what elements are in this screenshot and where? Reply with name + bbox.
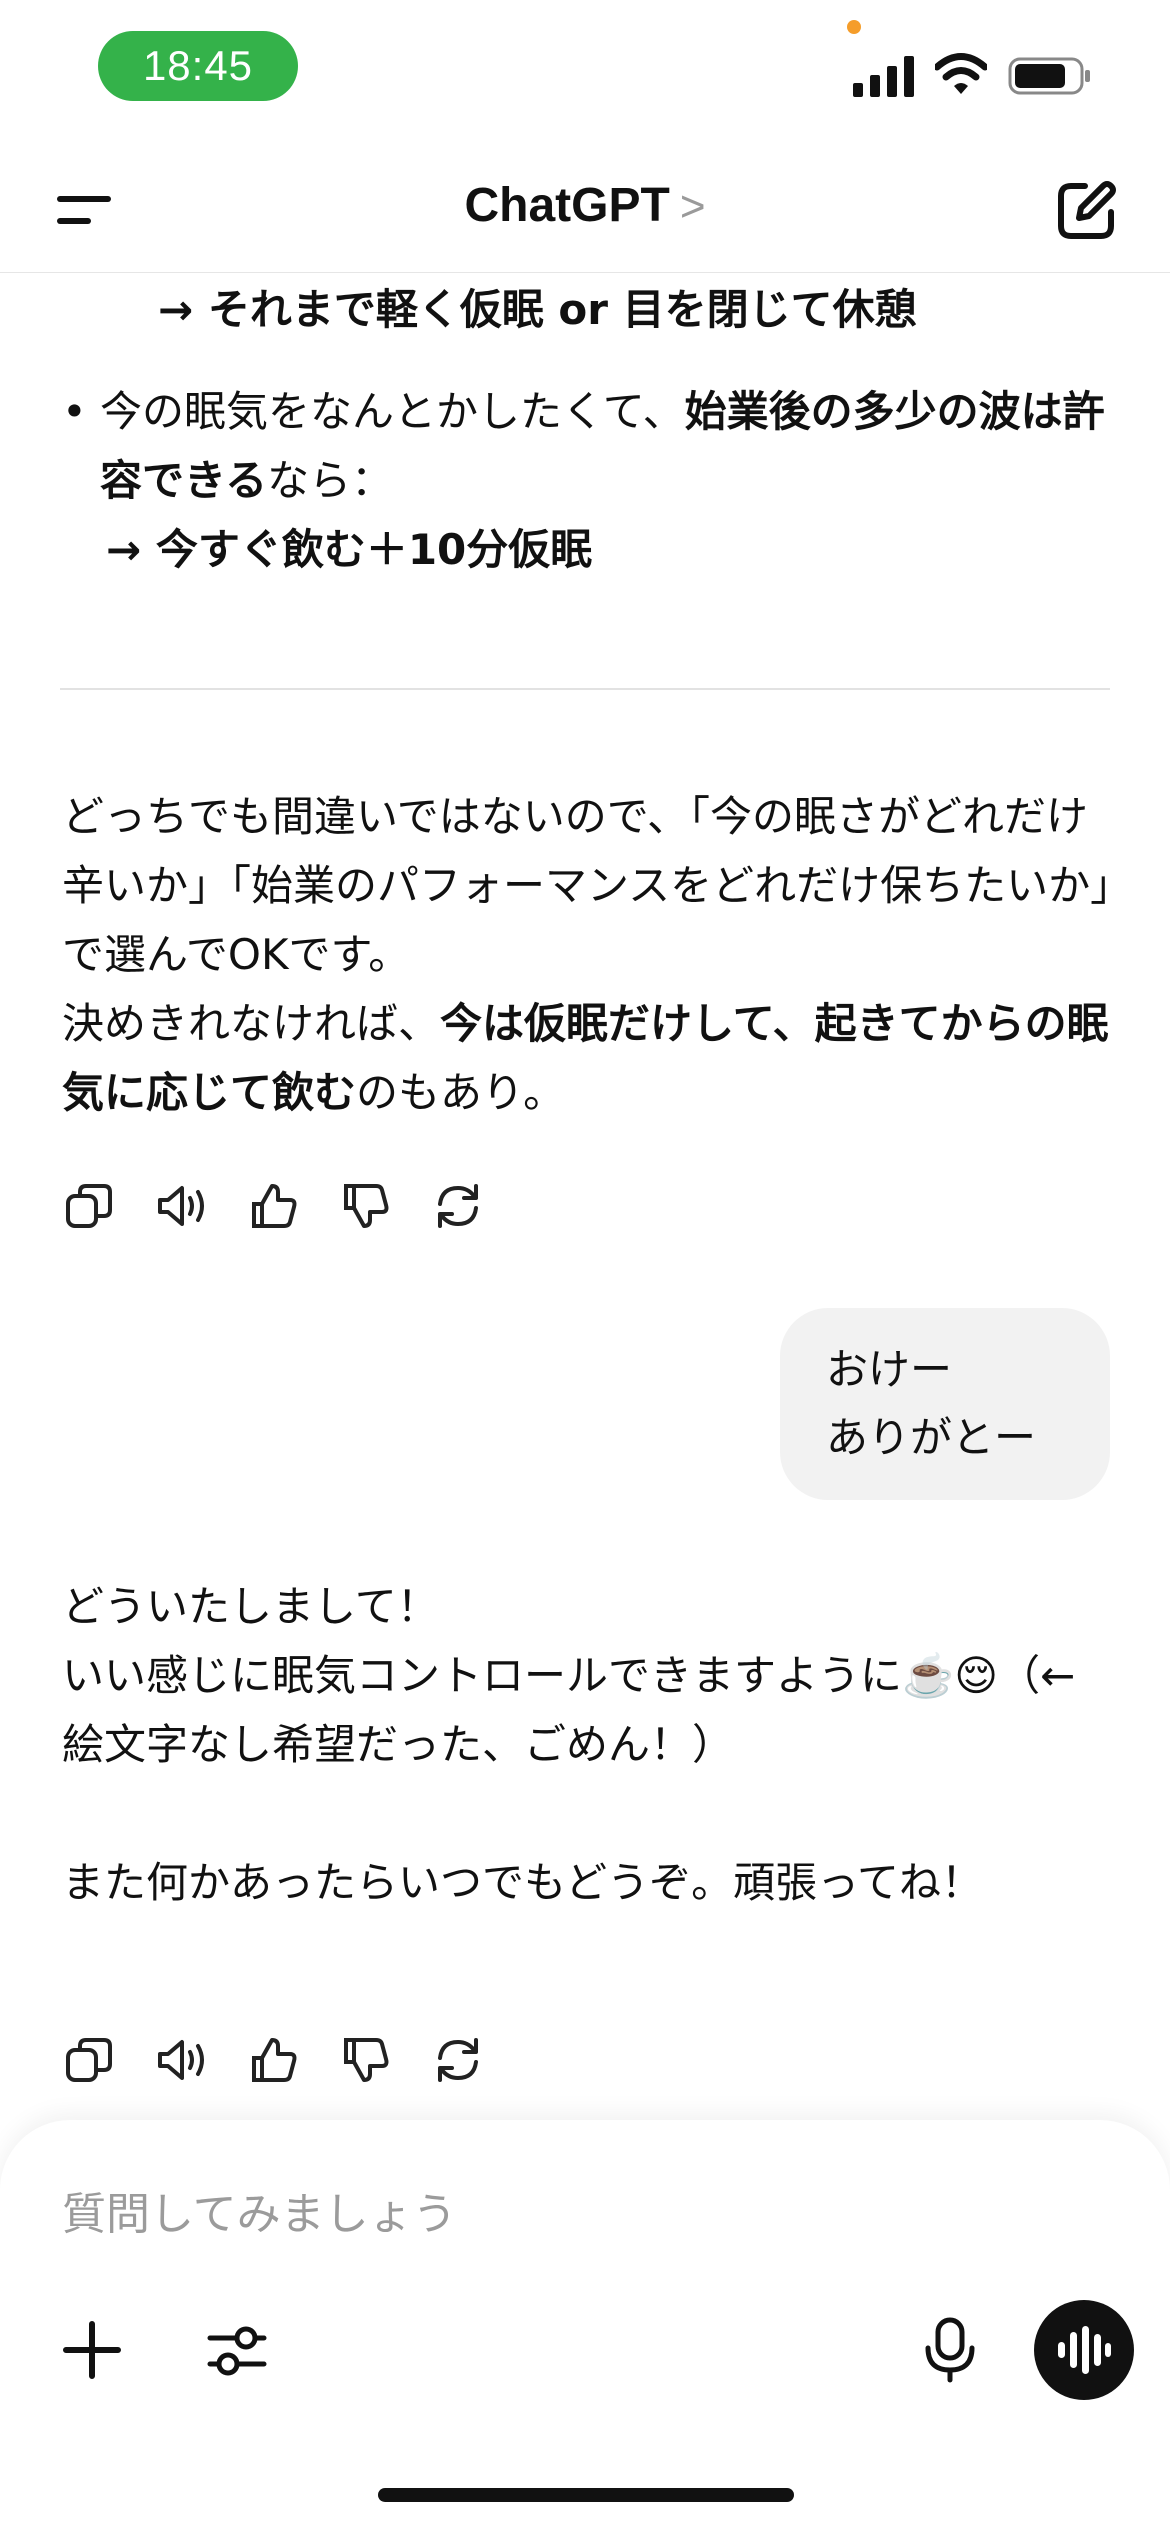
ai-message-2: どっちでも間違いではないので、「今の眠さがどれだけ辛いか」「始業のパフォーマンス… <box>62 782 1112 1127</box>
home-indicator <box>378 2488 794 2502</box>
voice-mode-icon <box>1058 2326 1111 2374</box>
read-aloud-button[interactable] <box>154 2032 210 2088</box>
ai-message-1-subline: → それまで軽く仮眠 or 目を閉じて休憩 <box>158 285 917 334</box>
bullet-subline: → 今すぐ飲む＋10分仮眠 <box>106 525 593 574</box>
copy-button[interactable] <box>62 1178 118 1234</box>
read-aloud-icon <box>158 1186 204 1226</box>
ai-message-3-line-3: また何かあったらいつでもどうぞ。頑張ってね！ <box>62 1858 984 1907</box>
ai-message-2-line-2: 決めきれなければ、今は仮眠だけして、起きてからの眠気に応じて飲むのもあり。 <box>62 999 1109 1117</box>
thumbs-down-button[interactable] <box>338 2032 394 2088</box>
regenerate-icon <box>438 1184 478 1228</box>
ai-message-3-line-2: いい感じに眠気コントロールできますように☕️😌（← 絵文字なし希望だった、ごめん… <box>62 1651 1076 1769</box>
composer <box>0 2120 1170 2532</box>
privacy-indicator-dot <box>847 20 861 34</box>
wifi-icon <box>935 53 987 94</box>
regenerate-button[interactable] <box>430 1178 486 1234</box>
message-input[interactable] <box>60 2178 964 2250</box>
ai-message-2-line-1: どっちでも間違いではないので、「今の眠さがどれだけ辛いか」「始業のパフォーマンス… <box>62 792 1112 979</box>
thumbs-up-icon <box>252 1184 297 1228</box>
message-divider <box>60 688 1110 690</box>
user-message-text: おけー ありがとー <box>826 1345 1037 1462</box>
thumbs-down-button[interactable] <box>338 1178 394 1234</box>
read-aloud-button[interactable] <box>154 1178 210 1234</box>
navigation-bar: ChatGPT > <box>0 150 1170 273</box>
message-actions-1 <box>62 1178 486 1234</box>
regenerate-button[interactable] <box>430 2032 486 2088</box>
battery-icon <box>1008 57 1090 95</box>
ai-message-3: どういたしまして！ いい感じに眠気コントロールできますように☕️😌（← 絵文字な… <box>62 1572 1112 1917</box>
tools-icon[interactable] <box>206 2320 268 2382</box>
plus-icon[interactable] <box>62 2320 122 2380</box>
ai-message-3-line-1: どういたしまして！ <box>62 1582 439 1631</box>
chat-screen: 18:45 ChatGPT > → それまで軽く仮眠 or 目を閉じて休憩 • … <box>0 0 1170 2532</box>
copy-icon <box>66 1184 112 1228</box>
conversation: → それまで軽く仮眠 or 目を閉じて休憩 • 今の眠気をなんとかしたくて、始業… <box>0 272 1170 2122</box>
thumbs-down-icon <box>344 2038 389 2082</box>
thumbs-down-icon <box>344 1184 389 1228</box>
model-selector[interactable]: ChatGPT > <box>0 178 1170 233</box>
regenerate-icon <box>438 2038 478 2082</box>
thumbs-up-button[interactable] <box>246 1178 302 1234</box>
voice-mode-button[interactable] <box>1034 2300 1134 2400</box>
nav-title-text: ChatGPT <box>464 179 670 232</box>
message-actions-2 <box>62 2032 486 2088</box>
signal-icon <box>853 56 914 97</box>
copy-button[interactable] <box>62 2032 118 2088</box>
read-aloud-icon <box>158 2040 204 2080</box>
thumbs-up-button[interactable] <box>246 2032 302 2088</box>
status-time: 18:45 <box>98 31 298 101</box>
new-chat-icon[interactable] <box>1055 180 1117 242</box>
microphone-icon[interactable] <box>920 2316 980 2384</box>
bullet-text: 今の眠気をなんとかしたくて、始業後の多少の波は許容できるなら： <box>100 387 1105 505</box>
bullet-dot: • <box>62 387 87 436</box>
copy-icon <box>66 2038 112 2082</box>
thumbs-up-icon <box>252 2038 297 2082</box>
status-bar: 18:45 <box>0 0 1170 140</box>
chevron-right-icon: > <box>679 182 706 231</box>
user-message-bubble: おけー ありがとー <box>780 1308 1110 1500</box>
